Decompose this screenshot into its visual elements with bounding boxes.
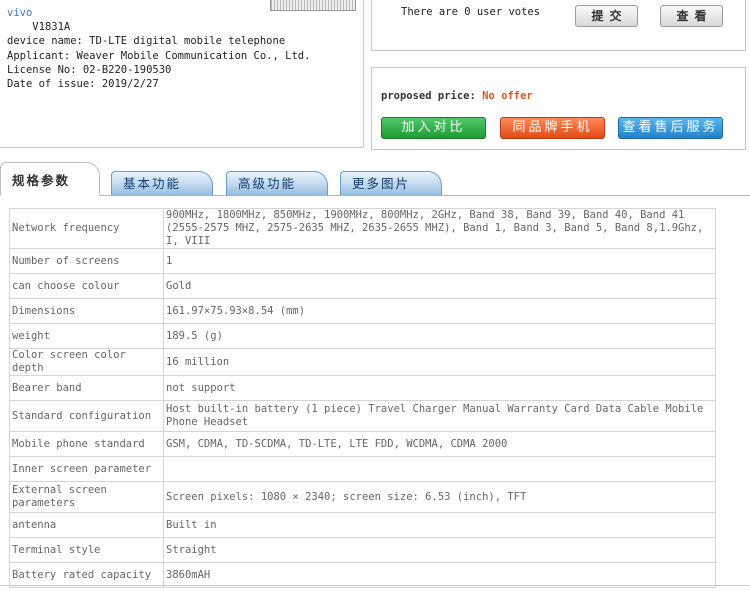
table-row: Terminal style Straight bbox=[9, 537, 716, 563]
spec-value: 1 bbox=[163, 248, 716, 274]
device-name-line: device name: TD-LTE digital mobile telep… bbox=[7, 35, 286, 48]
spec-value: 161.97×75.93×8.54 (mm) bbox=[163, 298, 716, 324]
add-to-compare-button[interactable]: 加入对比 bbox=[381, 117, 486, 139]
spec-value: GSM, CDMA, TD-SCDMA, TD-LTE, LTE FDD, WC… bbox=[163, 431, 716, 457]
license-line: License No: 02-B220-190530 bbox=[7, 63, 172, 76]
price-label: proposed price: bbox=[381, 90, 476, 102]
submit-vote-button[interactable]: 提交 bbox=[575, 5, 638, 27]
tab-advanced-functions[interactable]: 高级功能 bbox=[226, 171, 328, 195]
spec-key: Number of screens bbox=[9, 248, 164, 274]
spec-key: weight bbox=[9, 323, 164, 349]
spec-value: 189.5 (g) bbox=[163, 323, 716, 349]
view-after-sales-button[interactable]: 查看售后服务 bbox=[618, 117, 723, 139]
table-row: Color screen color depth 16 million bbox=[9, 348, 716, 376]
spec-key: Mobile phone standard bbox=[9, 431, 164, 457]
tab-basic-functions[interactable]: 基本功能 bbox=[111, 171, 213, 195]
tab-bar: 规格参数 基本功能 高级功能 更多图片 bbox=[0, 159, 750, 196]
spec-value: Built in bbox=[163, 512, 716, 538]
table-row: Mobile phone standard GSM, CDMA, TD-SCDM… bbox=[9, 431, 716, 457]
spec-key: Standard configuration bbox=[9, 400, 164, 432]
table-row: can choose colour Gold bbox=[9, 273, 716, 299]
specs-table: Network frequency 900MHz, 1800MHz, 850MH… bbox=[9, 208, 716, 588]
spec-key: Color screen color depth bbox=[9, 348, 164, 376]
spec-value: Gold bbox=[163, 273, 716, 299]
table-row: Dimensions 161.97×75.93×8.54 (mm) bbox=[9, 298, 716, 324]
spec-key: Network frequency bbox=[9, 208, 164, 249]
view-votes-button[interactable]: 查看 bbox=[660, 5, 723, 27]
spec-key: Bearer band bbox=[9, 375, 164, 401]
spec-key: Terminal style bbox=[9, 537, 164, 563]
device-info-panel: vivo V1831A device name: TD-LTE digital … bbox=[0, 0, 364, 148]
table-row: External screen parameters Screen pixels… bbox=[9, 481, 716, 513]
table-row: Bearer band not support bbox=[9, 375, 716, 401]
issue-date-line: Date of issue: 2019/2/27 bbox=[7, 78, 159, 91]
table-row: Standard configuration Host built-in bat… bbox=[9, 400, 716, 432]
spec-value: 16 million bbox=[163, 348, 716, 376]
spec-key: Inner screen parameter bbox=[9, 456, 164, 482]
spec-key: Battery rated capacity bbox=[9, 562, 164, 588]
spec-value: 900MHz, 1800MHz, 850MHz, 1900MHz, 800MHz… bbox=[163, 208, 716, 249]
spec-key: External screen parameters bbox=[9, 481, 164, 513]
price-panel: proposed price: No offer 加入对比 同品牌手机 查看售后… bbox=[371, 67, 746, 150]
tab-baseline bbox=[0, 195, 750, 196]
tab-more-pictures[interactable]: 更多图片 bbox=[340, 171, 442, 195]
spec-key: Dimensions bbox=[9, 298, 164, 324]
spec-key: antenna bbox=[9, 512, 164, 538]
brand-logo: vivo bbox=[7, 7, 33, 19]
table-row: weight 189.5 (g) bbox=[9, 323, 716, 349]
same-brand-phones-button[interactable]: 同品牌手机 bbox=[500, 117, 605, 139]
spec-value: Host built-in battery (1 piece) Travel C… bbox=[163, 400, 716, 432]
device-model: V1831A bbox=[32, 21, 71, 34]
price-line: proposed price: No offer bbox=[381, 90, 533, 102]
bottom-divider bbox=[0, 585, 750, 586]
spec-value: Screen pixels: 1080 × 2340; screen size:… bbox=[163, 481, 716, 513]
spec-key: can choose colour bbox=[9, 273, 164, 299]
device-info-text: vivo V1831A device name: TD-LTE digital … bbox=[7, 6, 357, 91]
table-row: Network frequency 900MHz, 1800MHz, 850MH… bbox=[9, 208, 716, 249]
tab-specifications[interactable]: 规格参数 bbox=[0, 162, 100, 196]
table-row: antenna Built in bbox=[9, 512, 716, 538]
table-row: Battery rated capacity 3860mAH bbox=[9, 562, 716, 588]
user-votes-text: There are 0 user votes bbox=[401, 6, 541, 18]
spec-value: Straight bbox=[163, 537, 716, 563]
spec-value bbox=[163, 456, 716, 482]
table-row: Inner screen parameter bbox=[9, 456, 716, 482]
spec-value: not support bbox=[163, 375, 716, 401]
price-value: No offer bbox=[482, 90, 533, 102]
spec-value: 3860mAH bbox=[163, 562, 716, 588]
user-votes-panel: There are 0 user votes 提交 查看 bbox=[371, 0, 746, 51]
table-row: Number of screens 1 bbox=[9, 248, 716, 274]
applicant-line: Applicant: Weaver Mobile Communication C… bbox=[7, 49, 311, 62]
